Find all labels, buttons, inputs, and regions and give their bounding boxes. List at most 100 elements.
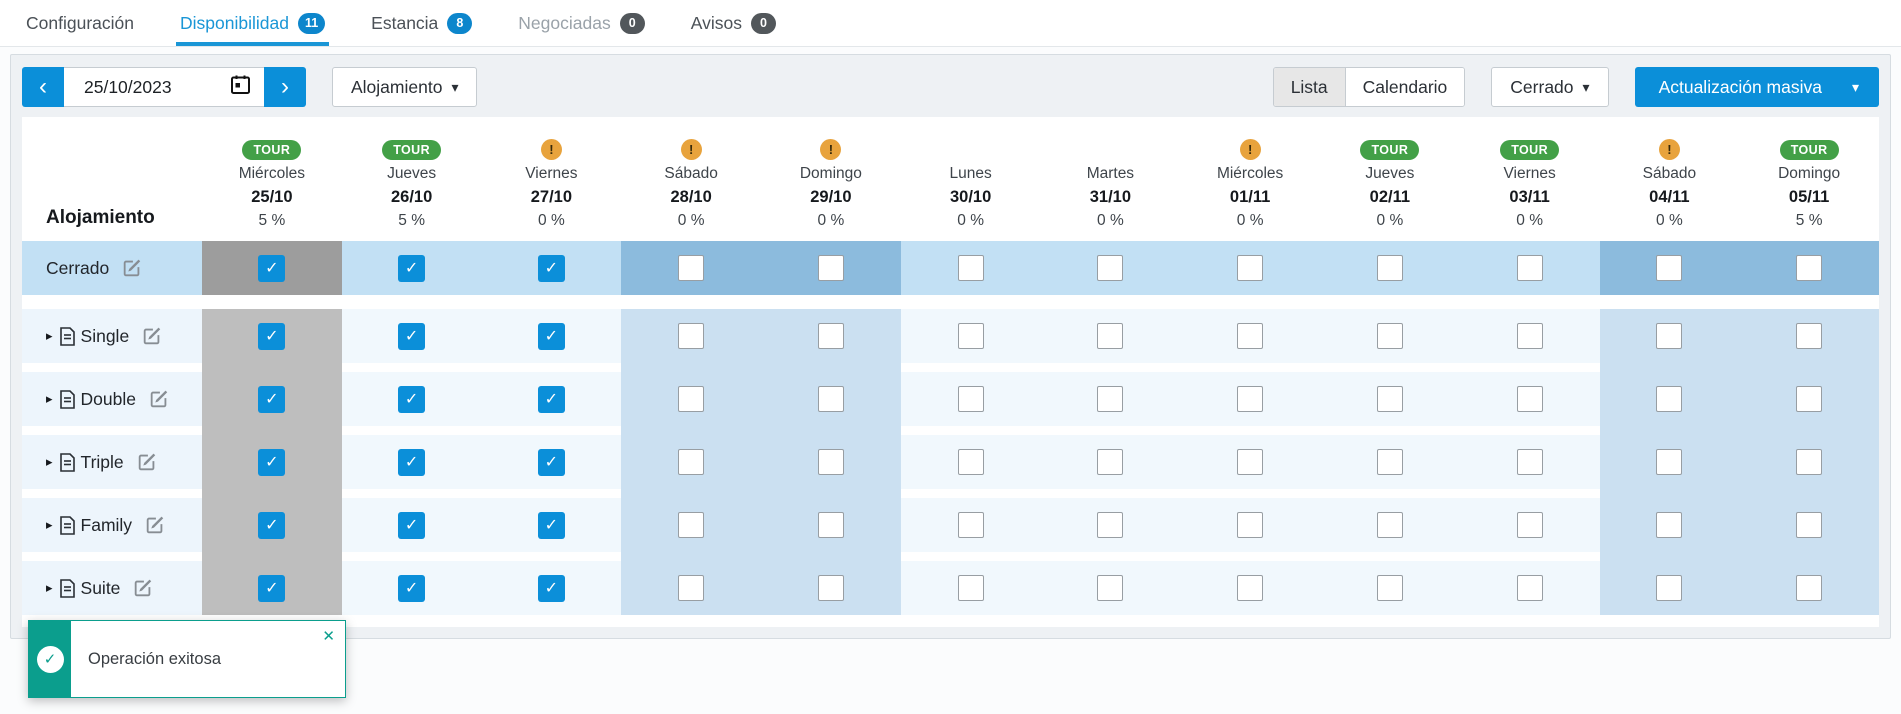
bulk-update-button[interactable]: Actualización masiva ▾	[1635, 67, 1879, 107]
calendar-icon[interactable]	[231, 75, 250, 99]
availability-checkbox[interactable]	[678, 512, 704, 538]
availability-checkbox[interactable]	[1656, 323, 1682, 349]
tab-avisos[interactable]: Avisos0	[691, 0, 776, 46]
tab-disponibilidad[interactable]: Disponibilidad11	[180, 0, 325, 46]
expand-caret-icon[interactable]: ▸	[46, 454, 53, 470]
edit-button[interactable]	[148, 388, 170, 410]
availability-checkbox[interactable]	[1796, 449, 1822, 475]
entity-filter-dropdown[interactable]: Alojamiento ▾	[332, 67, 477, 107]
availability-checkbox[interactable]	[1377, 255, 1403, 281]
expand-caret-icon[interactable]: ▸	[46, 517, 53, 533]
tab-negociadas[interactable]: Negociadas0	[518, 0, 644, 46]
availability-checkbox[interactable]	[678, 323, 704, 349]
availability-checkbox[interactable]: ✓	[258, 386, 285, 413]
availability-checkbox[interactable]	[1237, 386, 1263, 412]
availability-checkbox[interactable]	[1656, 255, 1682, 281]
expand-caret-icon[interactable]: ▸	[46, 580, 53, 596]
availability-checkbox[interactable]: ✓	[398, 575, 425, 602]
edit-button[interactable]	[136, 451, 158, 473]
availability-checkbox[interactable]: ✓	[538, 575, 565, 602]
view-toggle-calendario[interactable]: Calendario	[1345, 68, 1465, 106]
availability-checkbox[interactable]	[678, 255, 704, 281]
edit-button[interactable]	[132, 577, 154, 599]
availability-checkbox[interactable]	[1097, 323, 1123, 349]
availability-checkbox[interactable]	[1237, 255, 1263, 281]
availability-checkbox[interactable]	[1517, 255, 1543, 281]
edit-button[interactable]	[144, 514, 166, 536]
availability-checkbox[interactable]	[1656, 449, 1682, 475]
edit-button[interactable]	[141, 325, 163, 347]
availability-checkbox[interactable]	[1796, 255, 1822, 281]
availability-checkbox[interactable]	[818, 255, 844, 281]
availability-checkbox[interactable]	[1097, 449, 1123, 475]
availability-checkbox[interactable]	[1517, 323, 1543, 349]
availability-checkbox[interactable]	[1097, 512, 1123, 538]
expand-caret-icon[interactable]: ▸	[46, 328, 53, 344]
availability-checkbox[interactable]	[1237, 449, 1263, 475]
availability-checkbox[interactable]	[1517, 575, 1543, 601]
availability-checkbox[interactable]	[1377, 323, 1403, 349]
availability-checkbox[interactable]	[1377, 386, 1403, 412]
availability-checkbox[interactable]	[1796, 512, 1822, 538]
availability-checkbox[interactable]	[678, 575, 704, 601]
status-filter-dropdown[interactable]: Cerrado ▾	[1491, 67, 1608, 107]
availability-checkbox[interactable]	[1377, 575, 1403, 601]
view-toggle-lista[interactable]: Lista	[1274, 68, 1345, 106]
availability-checkbox[interactable]	[1517, 386, 1543, 412]
availability-checkbox[interactable]	[818, 323, 844, 349]
availability-checkbox[interactable]	[818, 575, 844, 601]
availability-checkbox[interactable]: ✓	[398, 255, 425, 282]
availability-checkbox[interactable]: ✓	[258, 255, 285, 282]
availability-checkbox[interactable]: ✓	[258, 323, 285, 350]
availability-checkbox[interactable]: ✓	[538, 449, 565, 476]
availability-checkbox[interactable]	[1796, 323, 1822, 349]
availability-checkbox[interactable]	[1377, 512, 1403, 538]
availability-checkbox[interactable]: ✓	[398, 449, 425, 476]
availability-checkbox[interactable]: ✓	[258, 449, 285, 476]
availability-checkbox[interactable]	[1656, 512, 1682, 538]
availability-checkbox[interactable]	[1517, 449, 1543, 475]
availability-checkbox[interactable]	[1237, 323, 1263, 349]
availability-checkbox[interactable]	[958, 386, 984, 412]
availability-checkbox[interactable]	[1517, 512, 1543, 538]
availability-checkbox[interactable]	[958, 323, 984, 349]
availability-checkbox[interactable]	[1097, 575, 1123, 601]
availability-checkbox[interactable]: ✓	[538, 512, 565, 539]
availability-checkbox[interactable]	[1377, 449, 1403, 475]
previous-date-button[interactable]: ‹	[22, 67, 64, 107]
availability-checkbox[interactable]: ✓	[538, 323, 565, 350]
availability-checkbox[interactable]	[958, 449, 984, 475]
availability-checkbox[interactable]: ✓	[258, 575, 285, 602]
availability-checkbox[interactable]	[818, 386, 844, 412]
availability-checkbox[interactable]	[678, 386, 704, 412]
availability-checkbox[interactable]	[1237, 575, 1263, 601]
tab-estancia[interactable]: Estancia8	[371, 0, 472, 46]
expand-caret-icon[interactable]: ▸	[46, 391, 53, 407]
availability-checkbox[interactable]: ✓	[538, 386, 565, 413]
next-date-button[interactable]: ›	[264, 67, 306, 107]
availability-checkbox[interactable]	[1656, 575, 1682, 601]
availability-checkbox[interactable]: ✓	[258, 512, 285, 539]
row-separator	[22, 295, 1879, 309]
day-cell: ✓	[202, 561, 342, 615]
edit-button[interactable]	[121, 257, 143, 279]
availability-checkbox[interactable]	[1796, 575, 1822, 601]
availability-checkbox[interactable]	[958, 255, 984, 281]
availability-checkbox[interactable]: ✓	[538, 255, 565, 282]
date-input[interactable]: 25/10/2023	[64, 67, 264, 107]
availability-checkbox[interactable]	[1796, 386, 1822, 412]
availability-checkbox[interactable]	[818, 449, 844, 475]
availability-checkbox[interactable]	[678, 449, 704, 475]
availability-checkbox[interactable]	[958, 512, 984, 538]
availability-checkbox[interactable]	[958, 575, 984, 601]
availability-checkbox[interactable]	[1237, 512, 1263, 538]
availability-checkbox[interactable]: ✓	[398, 512, 425, 539]
availability-checkbox[interactable]: ✓	[398, 323, 425, 350]
availability-checkbox[interactable]	[1097, 255, 1123, 281]
toast-close-button[interactable]: ✕	[322, 627, 335, 645]
availability-checkbox[interactable]	[818, 512, 844, 538]
tab-configuracion[interactable]: Configuración	[26, 0, 134, 46]
availability-checkbox[interactable]	[1656, 386, 1682, 412]
availability-checkbox[interactable]: ✓	[398, 386, 425, 413]
availability-checkbox[interactable]	[1097, 386, 1123, 412]
